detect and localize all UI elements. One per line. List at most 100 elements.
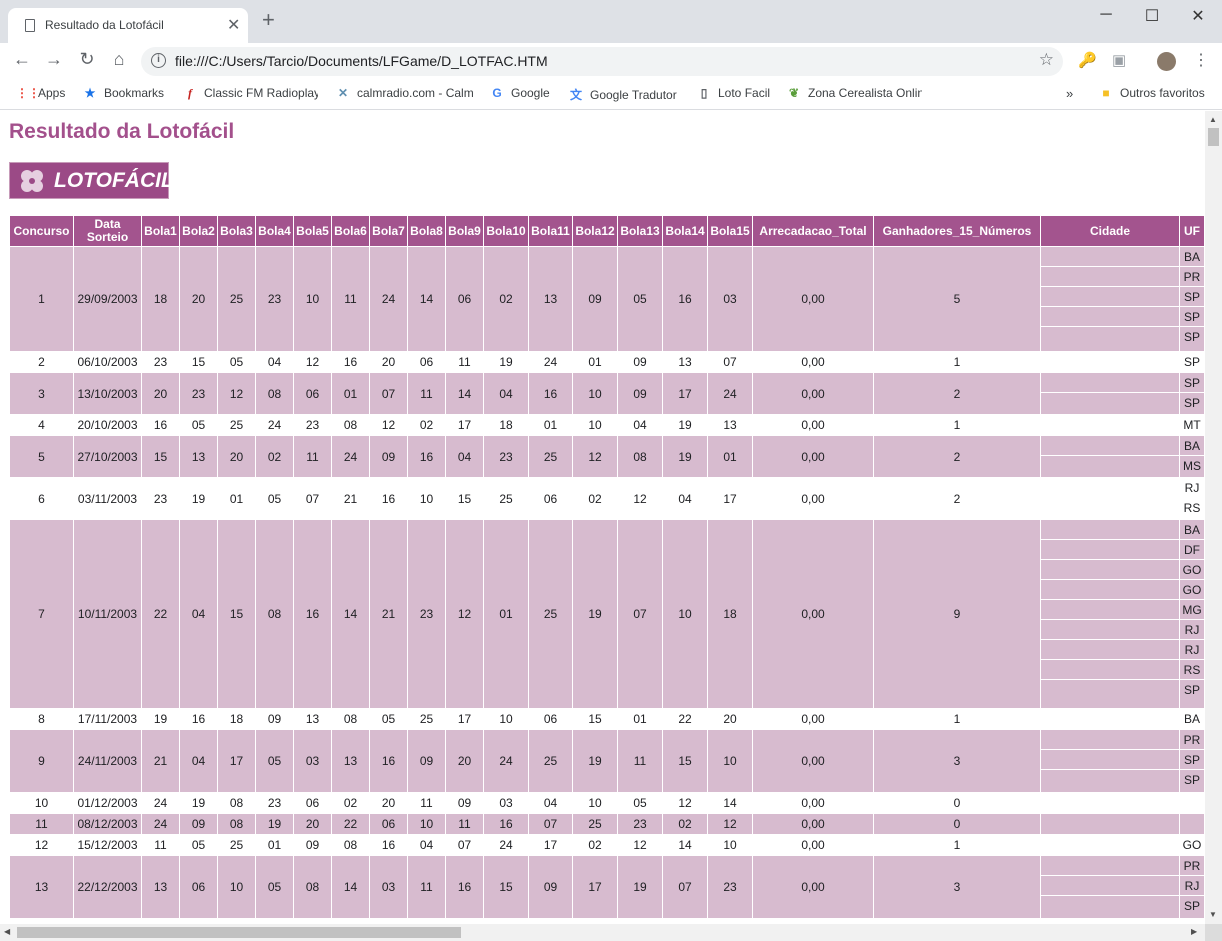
concurso-cell: 4 (10, 415, 73, 435)
close-window-button[interactable]: ✕ (1175, 6, 1221, 26)
bookmark-classic-fm[interactable]: fClassic FM Radioplayer (182, 86, 318, 101)
cidade-cell (1041, 373, 1179, 414)
ball-cell: 25 (529, 436, 572, 477)
ball-cell: 05 (370, 709, 407, 729)
ball-cell: 16 (663, 247, 707, 351)
info-icon[interactable]: i (151, 53, 166, 68)
ball-cell: 01 (529, 415, 572, 435)
reload-button[interactable]: ↻ (75, 49, 99, 70)
ball-cell: 17 (446, 415, 483, 435)
lock-extension-icon[interactable]: ▣ (1112, 51, 1126, 69)
ball-cell: 11 (142, 835, 179, 855)
table-row: 11 08/12/2003 24 09 08 19 20 22 06 10 11 16 07 25 23 02… (10, 814, 1204, 834)
ball-cell: 19 (618, 856, 662, 918)
uf-cell: MT (1180, 415, 1204, 435)
vertical-scrollbar[interactable]: ▲ ▼ (1205, 111, 1222, 924)
ball-cell: 04 (446, 436, 483, 477)
ball-cell: 16 (408, 436, 445, 477)
ball-cell: 05 (256, 478, 293, 519)
ball-cell: 23 (142, 478, 179, 519)
ball-cell: 19 (663, 415, 707, 435)
ball-cell: 14 (332, 520, 369, 708)
ball-cell: 19 (573, 730, 617, 792)
horizontal-scrollbar[interactable]: ◀ ▶ (0, 924, 1205, 941)
bookmark-apps[interactable]: ⋮⋮Apps (16, 86, 78, 100)
ball-cell: 11 (446, 352, 483, 372)
cidade-subcell (1041, 770, 1179, 790)
ball-cell: 20 (294, 814, 331, 834)
page-icon: ▯ (700, 86, 708, 100)
ball-cell: 18 (142, 247, 179, 351)
ball-cell: 04 (618, 415, 662, 435)
date-cell: 20/10/2003 (74, 415, 141, 435)
ball-cell: 10 (294, 247, 331, 351)
uf-subcell: RJ (1180, 876, 1204, 896)
ball-cell: 08 (218, 814, 255, 834)
uf-subcell: BA (1180, 709, 1204, 729)
home-button[interactable]: ⌂ (107, 49, 131, 70)
ball-cell: 16 (294, 520, 331, 708)
scroll-right-arrow[interactable]: ▶ (1191, 927, 1197, 936)
cidade-cell (1041, 520, 1179, 708)
browser-tab[interactable]: Resultado da Lotofácil ✕ (8, 8, 248, 43)
key-extension-icon[interactable]: 🔑 (1078, 51, 1097, 69)
cidade-subcell (1041, 640, 1179, 660)
ball-cell: 05 (618, 247, 662, 351)
other-bookmarks-folder[interactable]: ■ Outros favoritos (1098, 86, 1216, 100)
back-button[interactable]: ← (10, 49, 34, 70)
minimize-button[interactable]: ─ (1083, 6, 1129, 24)
cidade-subcell (1041, 307, 1179, 327)
bookmark-bookmarks[interactable]: ★ Bookmarks (82, 86, 170, 100)
ball-cell: 07 (370, 373, 407, 414)
date-cell: 10/11/2003 (74, 520, 141, 708)
scroll-left-arrow[interactable]: ◀ (4, 927, 10, 936)
date-cell: 29/09/2003 (74, 247, 141, 351)
bookmark-star-icon[interactable]: ☆ (1039, 50, 1054, 70)
address-bar[interactable]: i file:///C:/Users/Tarcio/Documents/LFGa… (141, 47, 1063, 76)
ball-cell: 16 (332, 352, 369, 372)
cidade-subcell (1041, 793, 1179, 813)
forward-button[interactable]: → (42, 49, 66, 70)
column-header: Bola1 (142, 216, 179, 246)
profile-avatar[interactable] (1157, 52, 1176, 71)
uf-subcell: BA (1180, 520, 1204, 540)
cidade-subcell (1041, 750, 1179, 770)
ganhadores-cell: 2 (874, 436, 1040, 477)
bookmark-loto-facil[interactable]: ▯ Loto Facil (696, 86, 776, 100)
maximize-button[interactable]: ☐ (1129, 6, 1175, 26)
column-header: Bola4 (256, 216, 293, 246)
uf-subcell: SP (1180, 373, 1204, 393)
bookmark-google-tradutor[interactable]: 文 Google Tradutor (568, 86, 683, 103)
ball-cell: 21 (332, 478, 369, 519)
bookmarks-overflow-button[interactable]: » (1066, 86, 1078, 101)
cidade-subcell (1041, 560, 1179, 580)
new-tab-button[interactable]: + (262, 9, 275, 31)
bookmark-zona-cerealista[interactable]: ❦ Zona Cerealista Online (786, 86, 922, 100)
cidade-subcell (1041, 540, 1179, 560)
uf-subcell: SP (1183, 330, 1200, 344)
document-icon (25, 19, 35, 32)
bookmark-calmradio[interactable]: ✕ calmradio.com - Calm (335, 86, 473, 100)
vertical-scroll-thumb[interactable] (1208, 128, 1219, 146)
scroll-down-arrow[interactable]: ▼ (1209, 910, 1217, 919)
bookmark-google[interactable]: G Google (489, 86, 557, 100)
ball-cell: 24 (256, 415, 293, 435)
ball-cell: 11 (408, 793, 445, 813)
table-row: 9 24/11/2003 21 04 17 05 03 13 16 09 20 24 25 19 11 15 1… (10, 730, 1204, 792)
column-header: Bola13 (618, 216, 662, 246)
ball-cell: 21 (142, 730, 179, 792)
cidade-subcell (1041, 876, 1179, 896)
ball-cell: 03 (294, 730, 331, 792)
google-translate-icon: 文 (569, 88, 582, 102)
uf-subcell: SP (1180, 287, 1204, 307)
scroll-up-arrow[interactable]: ▲ (1209, 115, 1217, 124)
close-tab-icon[interactable]: ✕ (227, 15, 240, 35)
uf-subcell: BA (1180, 247, 1204, 267)
ball-cell: 14 (708, 793, 752, 813)
ball-cell: 08 (256, 520, 293, 708)
clover-icon (21, 170, 43, 192)
horizontal-scroll-thumb[interactable] (17, 927, 461, 938)
menu-icon[interactable]: ⋮ (1193, 50, 1209, 70)
cidade-subcell (1041, 856, 1179, 876)
cidade-cell (1041, 352, 1179, 372)
